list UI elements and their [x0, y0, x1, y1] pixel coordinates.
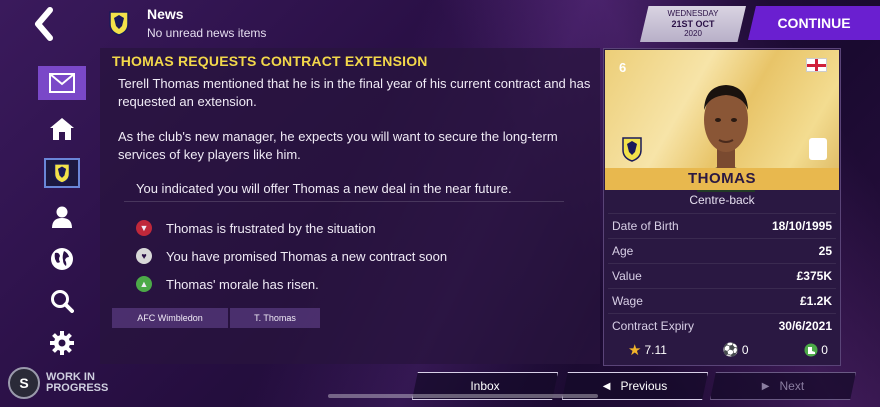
message-panel: THOMAS REQUESTS CONTRACT EXTENSION Terel…	[100, 48, 600, 364]
next-button[interactable]: ▶ Next	[710, 372, 856, 400]
club-crest-icon	[54, 163, 70, 184]
effect-row: ▲ Thomas' morale has risen.	[136, 274, 319, 294]
message-body: Terell Thomas mentioned that he is in th…	[118, 75, 596, 181]
previous-label: Previous	[620, 379, 668, 393]
wip-line: PROGRESS	[46, 382, 109, 394]
player-position: Centre-back	[689, 193, 755, 207]
goals-stat: ⚽ 0	[723, 342, 749, 358]
inbox-label: Inbox	[470, 379, 500, 393]
next-label: Next	[779, 379, 805, 393]
club-crest-icon	[622, 137, 642, 162]
home-icon	[50, 118, 74, 140]
rating-stat: ★ 7.11	[628, 341, 667, 359]
sidebar-item-search[interactable]	[38, 284, 86, 318]
date-year: 2020	[684, 29, 702, 38]
squad-number: 6	[619, 60, 627, 75]
section-title: News	[147, 6, 184, 22]
current-date: WEDNESDAY 21ST OCT 2020	[640, 6, 746, 42]
chosen-response: You indicated you will offer Thomas a ne…	[124, 176, 564, 202]
assists-count: 0	[821, 343, 828, 357]
person-icon	[52, 206, 72, 228]
star-icon: ★	[628, 342, 642, 359]
detail-row: Wage £1.2K	[608, 288, 836, 313]
england-flag-icon	[806, 58, 827, 72]
message-paragraph: Terell Thomas mentioned that he is in th…	[118, 76, 591, 109]
caret-right-icon: ▶	[761, 380, 770, 392]
positive-effect-icon: ▲	[136, 276, 152, 292]
detail-row: Age 25	[608, 238, 836, 263]
season-stats: ★ 7.11 ⚽ 0 0	[628, 341, 828, 359]
detail-value: £375K	[796, 269, 832, 283]
detail-value: 18/10/1995	[771, 219, 832, 233]
detail-value: £1.2K	[799, 294, 832, 308]
date-day-month: 21ST OCT	[671, 19, 715, 29]
club-crest-icon	[109, 11, 129, 36]
tag-player[interactable]: T. Thomas	[230, 308, 320, 328]
search-icon	[51, 290, 74, 313]
message-paragraph: As the club's new manager, he expects yo…	[118, 129, 558, 162]
detail-label: Value	[612, 269, 642, 283]
tag-club[interactable]: AFC Wimbledon	[112, 308, 228, 328]
detail-label: Date of Birth	[612, 219, 679, 233]
message-title: THOMAS REQUESTS CONTRACT EXTENSION	[112, 53, 428, 69]
effect-text: Thomas' morale has risen.	[166, 276, 319, 292]
player-card[interactable]: 6 THOMAS Centre-back Date of Birth 18/10…	[603, 48, 841, 366]
goals-count: 0	[741, 343, 749, 357]
detail-value: 30/6/2021	[778, 319, 832, 333]
caret-left-icon: ◀	[602, 380, 611, 392]
mail-icon	[49, 73, 75, 93]
wip-text: WORK IN PROGRESS	[46, 372, 108, 394]
assists-stat: 0	[804, 343, 828, 357]
negative-effect-icon: ▼	[136, 220, 152, 236]
sidebar-item-world[interactable]	[38, 242, 86, 276]
effect-text: You have promised Thomas a new contract …	[166, 248, 448, 264]
related-tags: AFC Wimbledon T. Thomas	[112, 308, 320, 328]
back-button[interactable]	[30, 6, 60, 42]
football-icon: ⚽	[722, 342, 739, 357]
scrollbar[interactable]	[328, 394, 598, 398]
section-subtitle: No unread news items	[147, 26, 267, 40]
player-name: THOMAS	[605, 168, 839, 190]
effect-row: ▼ Thomas is frustrated by the situation	[136, 218, 376, 238]
globe-icon	[51, 248, 73, 270]
sidebar-item-club[interactable]	[44, 158, 80, 188]
work-in-progress-badge: S WORK IN PROGRESS	[8, 367, 108, 399]
detail-value: 25	[818, 244, 832, 258]
detail-label: Wage	[612, 294, 643, 308]
date-weekday: WEDNESDAY	[667, 9, 719, 18]
detail-label: Age	[612, 244, 634, 258]
league-badge-icon	[809, 138, 827, 160]
player-details: Date of Birth 18/10/1995 Age 25 Value £3…	[608, 213, 836, 338]
sidebar-item-settings[interactable]	[38, 326, 86, 360]
back-arrow-icon	[35, 7, 53, 41]
assist-boot-icon	[804, 343, 818, 357]
effect-text: Thomas is frustrated by the situation	[166, 220, 376, 236]
detail-label: Contract Expiry	[612, 319, 695, 333]
sidebar-item-squad[interactable]	[38, 200, 86, 234]
gear-icon	[50, 331, 74, 355]
detail-row: Contract Expiry 30/6/2021	[608, 313, 836, 338]
sidebar-item-home[interactable]	[38, 112, 86, 146]
effect-row: ♥ You have promised Thomas a new contrac…	[136, 246, 447, 266]
sidebar-item-inbox[interactable]	[38, 66, 86, 100]
detail-row: Date of Birth 18/10/1995	[608, 213, 836, 238]
continue-button[interactable]: CONTINUE	[748, 6, 880, 40]
average-rating: 7.11	[644, 343, 667, 357]
sports-interactive-logo: S	[8, 367, 40, 399]
promise-icon: ♥	[136, 248, 152, 264]
detail-row: Value £375K	[608, 263, 836, 288]
